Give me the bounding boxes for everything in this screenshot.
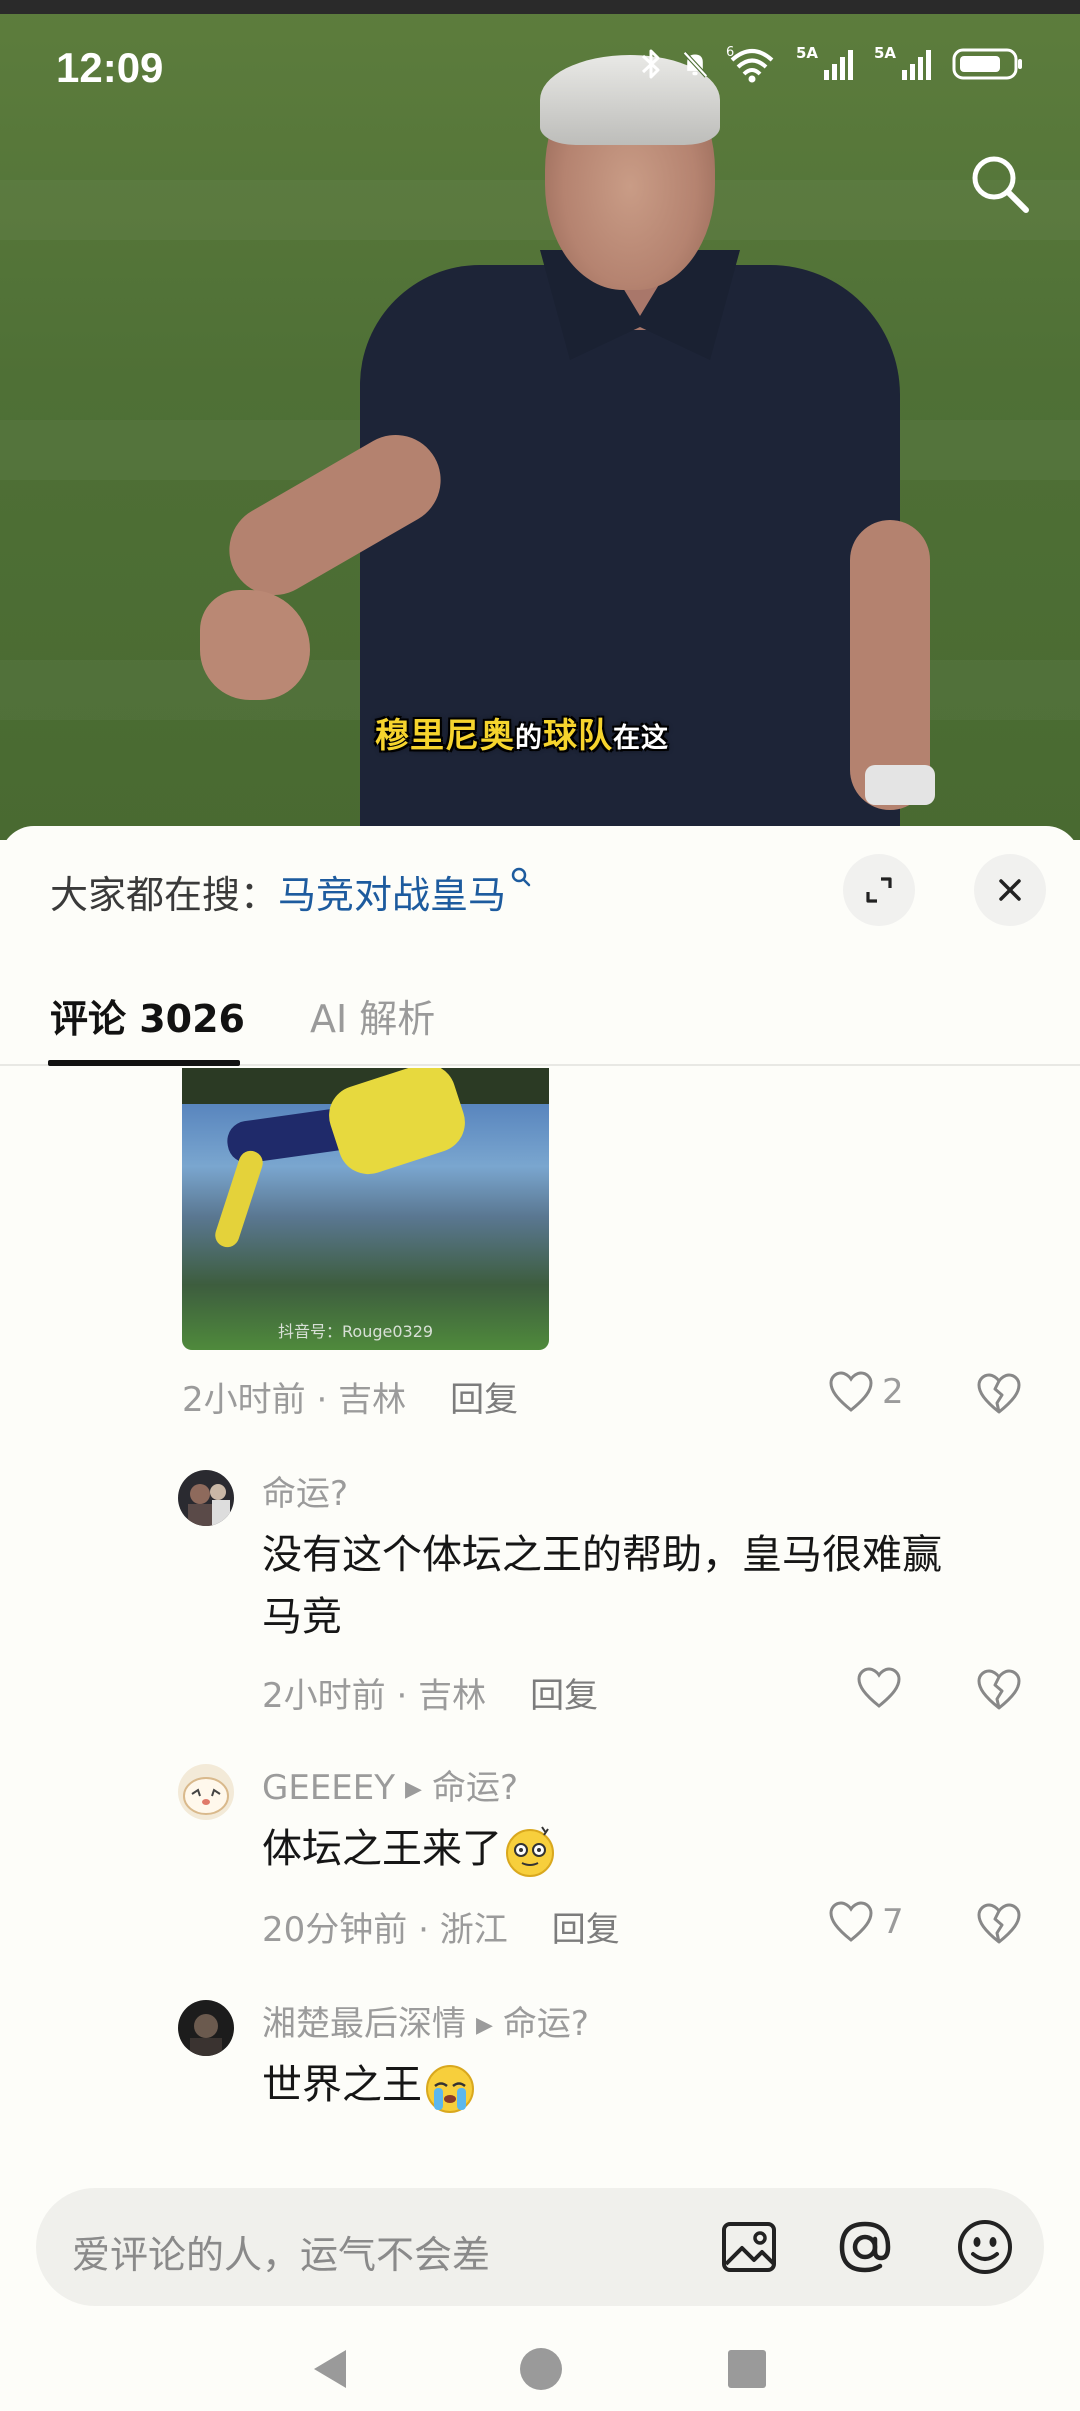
- expand-icon: [866, 877, 892, 903]
- expand-button[interactable]: [843, 854, 915, 926]
- heart-icon: [829, 1901, 873, 1942]
- broken-heart-icon[interactable]: [976, 1372, 1022, 1416]
- bluetooth-icon: [641, 49, 660, 79]
- reply-arrow-icon: ▶: [405, 1777, 422, 1802]
- close-icon: [999, 879, 1021, 901]
- at-mention-icon[interactable]: [834, 2216, 896, 2278]
- dizzy-face-emoji-icon: [506, 1826, 554, 1877]
- search-icon[interactable]: [966, 150, 1032, 216]
- comment-tabs: 评论 3026 AI 解析: [0, 976, 1080, 1066]
- comment-meta: 2小时前 · 吉林 回复: [262, 1676, 599, 1716]
- heart-icon: [857, 1667, 901, 1708]
- wristwatch: [865, 765, 935, 805]
- like-count: 2: [882, 1372, 904, 1412]
- comment-text-line: 没有这个体坛之王的帮助，皇马很难赢: [262, 1532, 942, 1578]
- comment-text-body: 世界之王: [262, 2062, 422, 2108]
- notification-mute-icon: [683, 51, 708, 78]
- player-leg: [212, 1147, 266, 1251]
- avatar[interactable]: [178, 2000, 234, 2056]
- subtitle-text: 穆里尼奥: [375, 716, 515, 756]
- reply-target[interactable]: 命运?: [432, 1768, 518, 1808]
- like-button[interactable]: [856, 1666, 910, 1710]
- comment-list[interactable]: 抖音号：Rouge0329 2小时前 · 吉林 回复 2 命运? 没有这个体坛之王…: [0, 1068, 1080, 2178]
- wifi-icon: 6: [726, 45, 774, 83]
- grass-stripe: [0, 180, 1080, 240]
- hot-search-prefix: 大家都在搜：: [50, 873, 279, 917]
- top-edge: [0, 0, 1080, 14]
- emoji-icon[interactable]: [954, 2216, 1016, 2278]
- comment-time: 20分钟前: [262, 1910, 408, 1950]
- close-button[interactable]: [974, 854, 1046, 926]
- comment-location: 浙江: [439, 1910, 508, 1950]
- comment-text-body: 体坛之王来了: [262, 1826, 502, 1872]
- comment-image[interactable]: 抖音号：Rouge0329: [182, 1068, 549, 1350]
- comment-time: 2小时前: [182, 1380, 306, 1420]
- reply-button[interactable]: 回复: [530, 1676, 598, 1716]
- home-nav-icon[interactable]: [518, 2346, 564, 2392]
- reply-button[interactable]: 回复: [552, 1910, 620, 1950]
- avatar[interactable]: [178, 1470, 234, 1526]
- status-time: 12:09: [56, 44, 164, 91]
- wifi-badge: 6: [726, 45, 734, 60]
- broken-heart-icon[interactable]: [976, 1902, 1022, 1946]
- video-player[interactable]: 穆里尼奥的球队在这 12:09 6 5A 5A: [0, 0, 1080, 840]
- tab-comments[interactable]: 评论 3026: [50, 988, 245, 1043]
- comment-text-line: 马竞: [262, 1594, 342, 1640]
- comment-author[interactable]: 湘楚最后深情: [262, 2004, 466, 2044]
- video-subtitle: 穆里尼奥的球队在这: [375, 708, 669, 757]
- like-button[interactable]: 7: [828, 1900, 904, 1944]
- heart-icon: [829, 1371, 873, 1412]
- battery-icon: [952, 48, 1022, 80]
- hot-search-keyword[interactable]: 马竞对战皇马: [278, 873, 506, 917]
- reply-arrow-icon: ▶: [476, 2013, 493, 2038]
- recent-apps-nav-icon[interactable]: [726, 2348, 768, 2390]
- broken-heart-icon[interactable]: [976, 1668, 1022, 1712]
- crying-face-emoji-icon: [426, 2065, 474, 2113]
- comment-sheet: 大家都在搜：马竞对战皇马 评论 3026 AI 解析 抖音号：Rouge0329…: [0, 826, 1080, 2411]
- comment-text: 没有这个体坛之王的帮助，皇马很难赢 马竞: [262, 1524, 942, 1648]
- like-count: 7: [882, 1902, 904, 1942]
- avatar[interactable]: [178, 1764, 234, 1820]
- signal-label: 5A: [796, 44, 818, 62]
- comment-author-line: GEEEEY ▶ 命运?: [262, 1760, 518, 1809]
- comment-author[interactable]: 命运?: [262, 1466, 348, 1515]
- signal-icon: 5A: [874, 44, 931, 80]
- comment-location: 吉林: [338, 1380, 407, 1420]
- like-button[interactable]: 2: [828, 1370, 904, 1414]
- comment-input-bar[interactable]: 爱评论的人，运气不会差: [36, 2188, 1044, 2306]
- keyword-search-icon: [511, 867, 531, 887]
- comment-meta: 20分钟前 · 浙江 回复: [262, 1910, 620, 1950]
- image-watermark: 抖音号：Rouge0329: [278, 1322, 434, 1341]
- person-hand: [200, 590, 310, 700]
- subtitle-text: 在这: [613, 723, 669, 754]
- system-nav-bar: [0, 2326, 1080, 2411]
- tab-ai-analysis[interactable]: AI 解析: [310, 988, 435, 1043]
- active-tab-indicator: [48, 1060, 240, 1066]
- subtitle-text: 的: [515, 723, 543, 754]
- reply-target[interactable]: 命运?: [503, 2004, 589, 2044]
- comment-text: 体坛之王来了: [262, 1818, 558, 1880]
- hot-search-bar[interactable]: 大家都在搜：马竞对战皇马: [50, 864, 532, 919]
- back-nav-icon[interactable]: [310, 2346, 350, 2392]
- status-bar: 12:09 6 5A 5A: [0, 30, 1080, 110]
- reply-button[interactable]: 回复: [450, 1380, 518, 1420]
- comment-input[interactable]: 爱评论的人，运气不会差: [72, 2224, 490, 2279]
- signal-label: 5A: [874, 44, 896, 62]
- comment-text: 世界之王: [262, 2054, 478, 2116]
- comment-meta: 2小时前 · 吉林 回复: [182, 1380, 519, 1420]
- comment-time: 2小时前: [262, 1676, 386, 1716]
- comment-author[interactable]: GEEEEY: [262, 1768, 395, 1808]
- subtitle-text: 球队: [543, 716, 613, 756]
- status-icons: 6 5A 5A: [638, 44, 1024, 84]
- image-icon[interactable]: [718, 2216, 780, 2278]
- signal-icon: 5A: [796, 44, 853, 80]
- comment-author-line: 湘楚最后深情 ▶ 命运?: [262, 1996, 589, 2045]
- comment-location: 吉林: [418, 1676, 487, 1716]
